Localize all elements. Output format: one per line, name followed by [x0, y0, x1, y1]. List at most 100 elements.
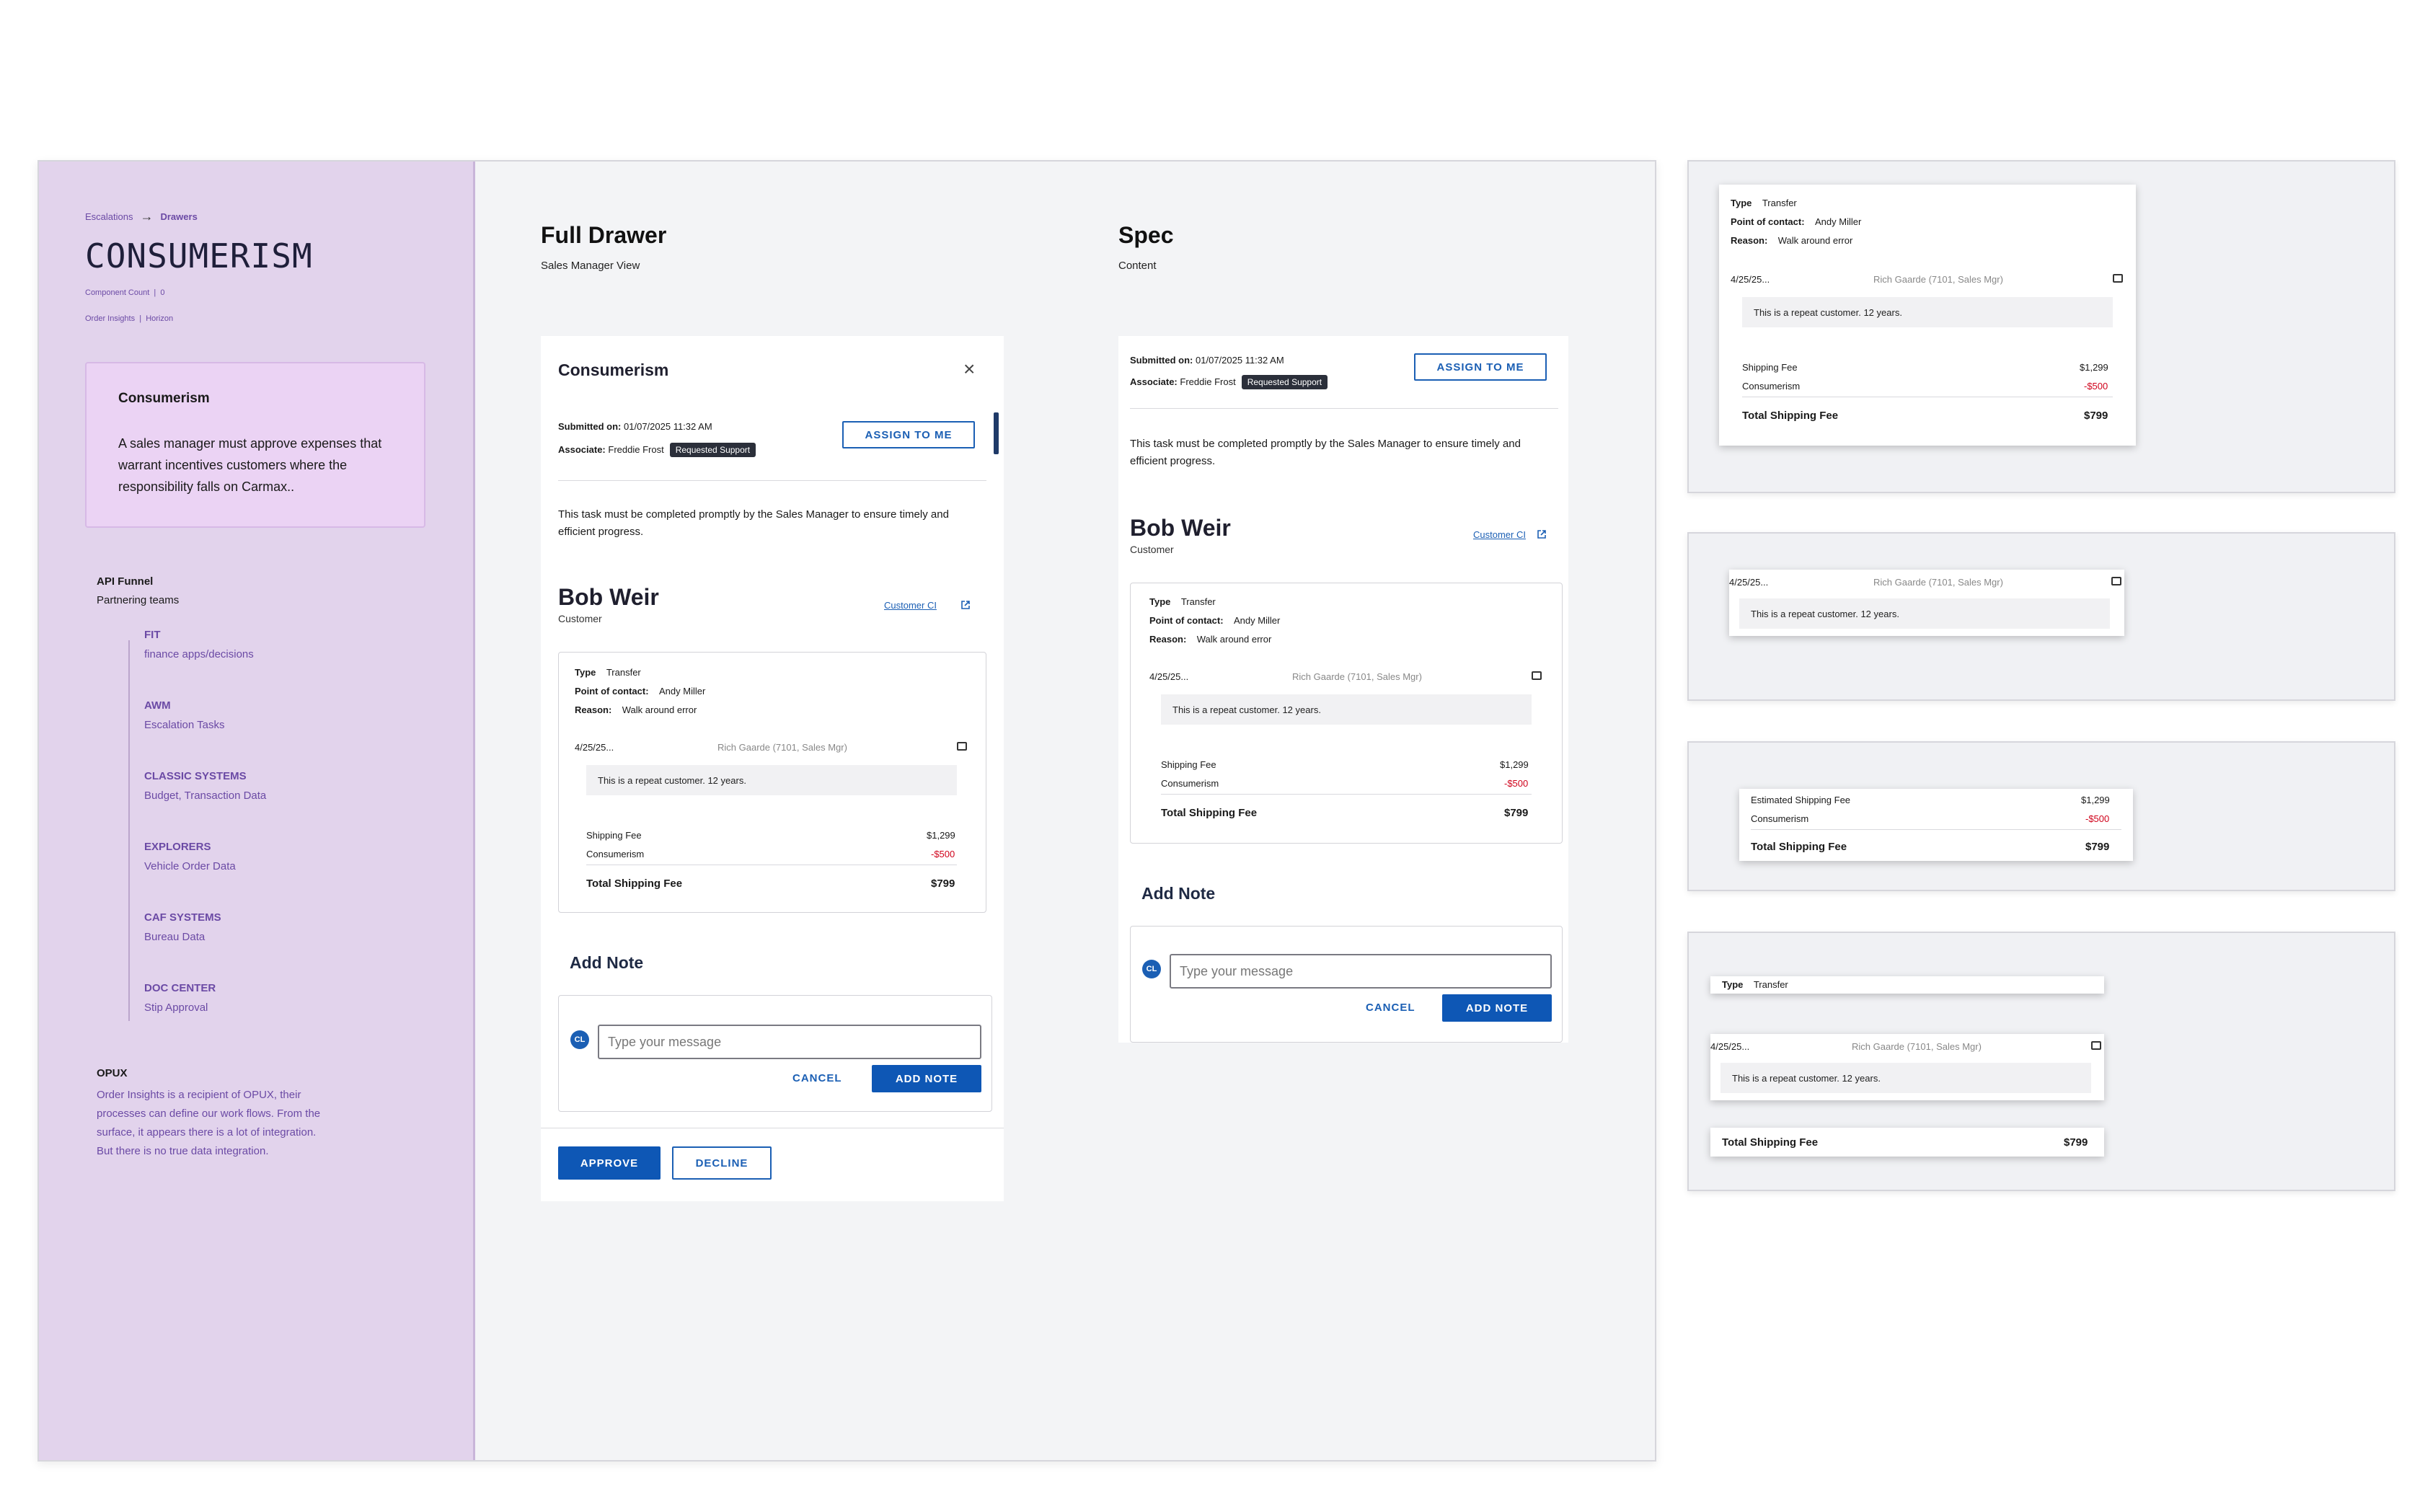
note-date: 4/25/25... — [1710, 1041, 1750, 1052]
discount-value: -$500 — [1504, 778, 1529, 789]
details-card: Type Transfer Point of contact: Andy Mil… — [1130, 583, 1563, 844]
note-author: Rich Gaarde (7101, Sales Mgr) — [1873, 274, 2003, 285]
assign-to-me-button[interactable]: ASSIGN TO ME — [842, 421, 975, 448]
discount-value: -$500 — [931, 849, 955, 859]
details-card: Type Transfer Point of contact: Andy Mil… — [558, 652, 986, 913]
opux-text: Order Insights is a recipient of OPUX, t… — [97, 1089, 321, 1157]
type-row: Type Transfer — [1149, 596, 1216, 607]
avatar: CL — [570, 1030, 589, 1049]
divider — [1161, 794, 1532, 795]
cancel-button[interactable]: CANCEL — [1366, 1002, 1415, 1014]
external-link-icon[interactable] — [960, 600, 971, 610]
fee-value: $1,299 — [1500, 759, 1529, 770]
tree-item[interactable]: DOC CENTER Stip Approval — [144, 982, 216, 1014]
spec-title: Spec — [1118, 222, 1174, 248]
add-note-card: CL Type your message CANCEL ADD NOTE — [558, 995, 992, 1112]
tree-item[interactable]: FIT finance apps/decisions — [144, 629, 254, 660]
est-fee-label: Estimated Shipping Fee — [1751, 795, 1851, 805]
total-value: $799 — [2085, 841, 2110, 853]
comment-icon[interactable] — [2091, 1041, 2101, 1050]
comment-icon[interactable] — [2111, 577, 2121, 585]
opux-title: OPUX — [97, 1067, 128, 1079]
full-drawer: Consumerism × Submitted on: 01/07/2025 1… — [541, 336, 1004, 1201]
details-card: Type Transfer Point of contact: Andy Mil… — [1719, 185, 2136, 446]
approve-button[interactable]: APPROVE — [558, 1146, 661, 1180]
cancel-button[interactable]: CANCEL — [792, 1072, 842, 1084]
customer-name: Bob Weir — [1130, 515, 1231, 541]
fee-label: Shipping Fee — [586, 830, 642, 841]
reason-row: Reason: Walk around error — [1731, 235, 1853, 246]
note-date: 4/25/25... — [1729, 577, 1769, 588]
customer-role: Customer — [558, 613, 602, 624]
message-input[interactable]: Type your message — [598, 1025, 981, 1059]
fee-label: Shipping Fee — [1742, 362, 1798, 373]
note-date: 4/25/25... — [1149, 671, 1189, 682]
message-input[interactable]: Type your message — [1170, 954, 1552, 989]
task-description: This task must be completed promptly by … — [558, 508, 949, 538]
add-note-button[interactable]: ADD NOTE — [872, 1065, 981, 1092]
description-card-title: Consumerism — [118, 391, 210, 406]
submitted-on: Submitted on: 01/07/2025 11:32 AM — [558, 421, 712, 432]
comment-icon[interactable] — [2113, 274, 2123, 283]
description-card: Consumerism A sales manager must approve… — [85, 362, 425, 528]
comment-icon[interactable] — [1532, 671, 1542, 680]
customer-ci-link[interactable]: Customer CI — [1473, 529, 1526, 540]
total-label: Total Shipping Fee — [1722, 1136, 1819, 1149]
fees-card: Estimated Shipping Fee $1,299 Consumeris… — [1739, 789, 2133, 861]
decline-button[interactable]: DECLINE — [672, 1146, 772, 1180]
customer-name: Bob Weir — [558, 584, 659, 610]
scrollbar[interactable] — [994, 412, 999, 454]
reason-row: Reason: Walk around error — [1149, 634, 1272, 645]
full-drawer-title: Full Drawer — [541, 222, 667, 248]
fee-label: Shipping Fee — [1161, 759, 1216, 770]
tree-item[interactable]: CLASSIC SYSTEMS Budget, Transaction Data — [144, 770, 266, 802]
add-note-button[interactable]: ADD NOTE — [1442, 994, 1552, 1022]
total-label: Total Shipping Fee — [586, 877, 683, 890]
discount-value: -$500 — [2084, 381, 2108, 392]
assign-to-me-button[interactable]: ASSIGN TO ME — [1414, 353, 1547, 381]
external-link-icon[interactable] — [1537, 529, 1547, 539]
discount-label: Consumerism — [1751, 813, 1809, 824]
submitted-on: Submitted on: 01/07/2025 11:32 AM — [1130, 355, 1284, 366]
type-row: Type Transfer — [1722, 979, 1788, 990]
spec-panel-details: Type Transfer Point of contact: Andy Mil… — [1687, 160, 2395, 493]
total-value: $799 — [931, 877, 955, 890]
poc-row: Point of contact: Andy Miller — [1149, 615, 1281, 626]
reason-row: Reason: Walk around error — [575, 704, 697, 715]
funnel-subtitle: Partnering teams — [97, 594, 180, 606]
tree-line — [128, 640, 130, 1021]
fee-value: $1,299 — [2081, 795, 2110, 805]
breadcrumb-current[interactable]: Drawers — [160, 211, 197, 222]
note-date: 4/25/25... — [1731, 274, 1770, 285]
tree-item[interactable]: CAF SYSTEMS Bureau Data — [144, 911, 221, 943]
comment-icon[interactable] — [957, 742, 967, 751]
spec-drawer: Submitted on: 01/07/2025 11:32 AM Associ… — [1118, 336, 1568, 1043]
discount-label: Consumerism — [586, 849, 645, 859]
note-text: This is a repeat customer. 12 years. — [586, 765, 957, 795]
spec-panel-fees: Estimated Shipping Fee $1,299 Consumeris… — [1687, 741, 2395, 891]
close-icon[interactable]: × — [963, 359, 975, 379]
note-text: This is a repeat customer. 12 years. — [1742, 297, 2113, 327]
main-frame: Escalations → Drawers CONSUMERISM Compon… — [37, 160, 1656, 1462]
avatar: CL — [1142, 960, 1161, 978]
note-date: 4/25/25... — [575, 742, 614, 753]
associate: Associate: Freddie Frost Requested Suppor… — [1130, 375, 1328, 389]
divider — [1130, 408, 1558, 409]
total-value: $799 — [2064, 1136, 2088, 1149]
fee-value: $1,299 — [2080, 362, 2108, 373]
drawer-title: Consumerism — [558, 361, 669, 379]
note-text: This is a repeat customer. 12 years. — [1721, 1063, 2091, 1093]
add-note-card: CL Type your message CANCEL ADD NOTE — [1130, 926, 1563, 1043]
type-row: Type Transfer — [1731, 198, 1797, 208]
poc-row: Point of contact: Andy Miller — [1731, 216, 1862, 227]
discount-label: Consumerism — [1161, 778, 1219, 789]
associate: Associate: Freddie Frost Requested Suppor… — [558, 443, 756, 457]
note-text: This is a repeat customer. 12 years. — [1739, 598, 2110, 629]
status-badge: Requested Support — [1241, 375, 1328, 389]
type-strip: Type Transfer — [1710, 976, 2104, 994]
tree-item[interactable]: EXPLORERS Vehicle Order Data — [144, 841, 236, 872]
breadcrumb-root[interactable]: Escalations — [85, 211, 133, 222]
tree-item[interactable]: AWM Escalation Tasks — [144, 699, 224, 731]
customer-ci-link[interactable]: Customer CI — [884, 600, 937, 611]
note-author: Rich Gaarde (7101, Sales Mgr) — [1873, 577, 2003, 588]
